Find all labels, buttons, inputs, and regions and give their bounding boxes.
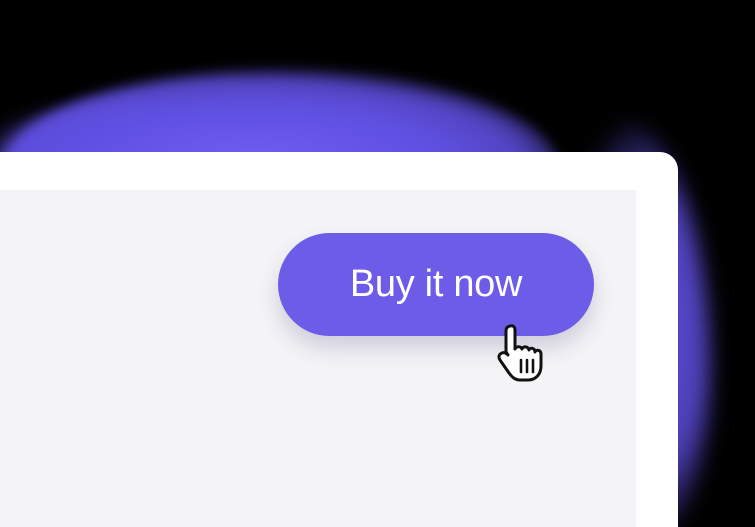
stage: Buy it now bbox=[0, 0, 755, 527]
hand-pointer-icon bbox=[497, 324, 543, 382]
buy-button-label: Buy it now bbox=[349, 263, 523, 305]
buy-it-now-button[interactable]: Buy it now bbox=[278, 233, 594, 336]
